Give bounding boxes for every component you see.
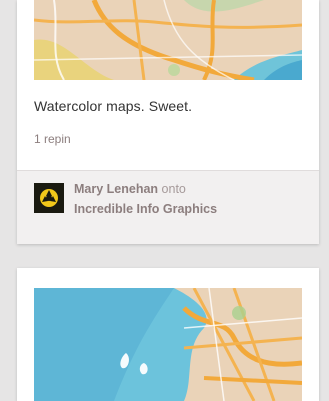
board-name-link[interactable]: Incredible Info Graphics (74, 202, 217, 216)
onto-label: onto (161, 182, 186, 196)
avatar[interactable] (34, 183, 64, 213)
record-adapter-icon (34, 183, 64, 213)
pin-attribution[interactable]: Mary Lenehan onto Incredible Info Graphi… (17, 170, 319, 244)
pinner-info: Mary Lenehan onto Incredible Info Graphi… (74, 179, 304, 219)
pin-image[interactable] (34, 0, 302, 80)
pin-card[interactable] (17, 268, 319, 401)
repin-count[interactable]: 1 repin (34, 132, 71, 146)
pinner-name-link[interactable]: Mary Lenehan (74, 182, 158, 196)
pin-image[interactable] (34, 288, 302, 401)
pin-description: Watercolor maps. Sweet. (34, 98, 193, 114)
pin-card[interactable]: Watercolor maps. Sweet. 1 repin Mary Len… (17, 0, 319, 244)
watercolor-map-image (34, 0, 302, 80)
watercolor-map-image (34, 288, 302, 401)
